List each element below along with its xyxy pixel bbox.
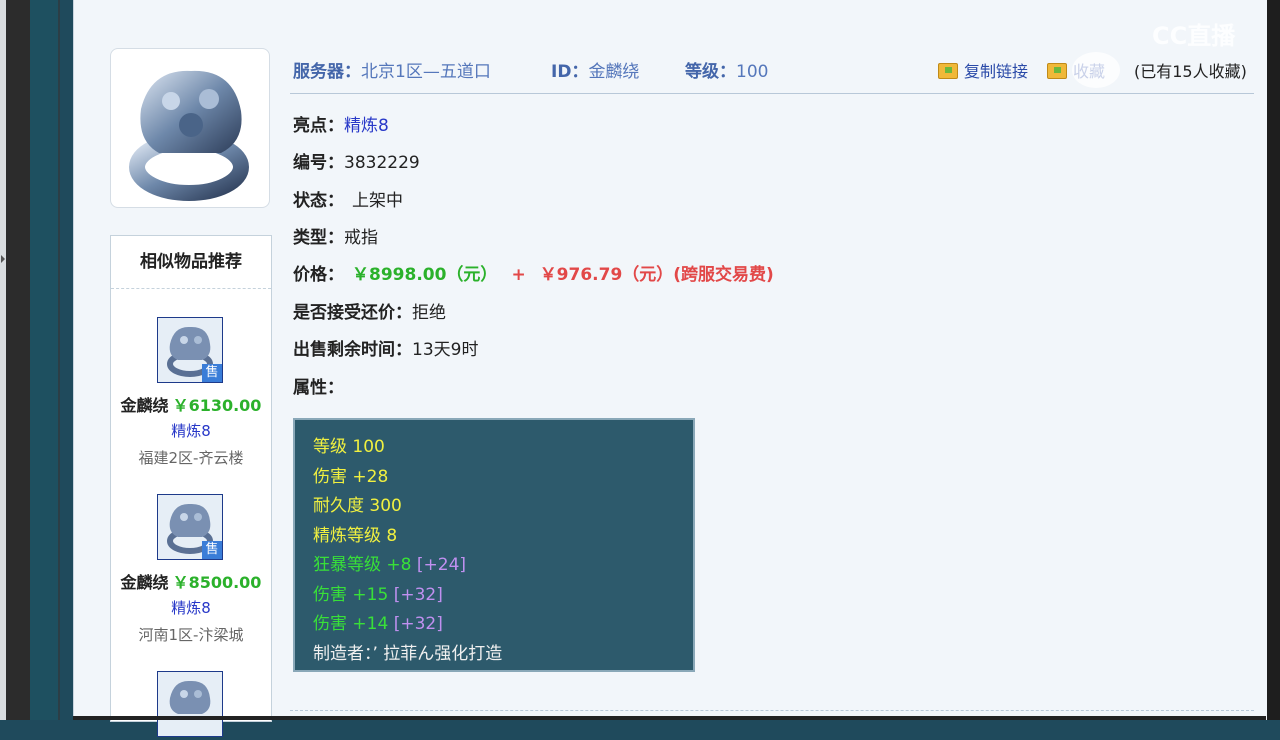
id-label: ID：: [551, 62, 589, 82]
attr-line: 狂暴等级 +8 [+24]: [313, 555, 467, 575]
recommend-item-server: 福建2区-齐云楼: [138, 449, 244, 467]
price-row: 价格： ￥8998.00（元） + ￥976.79（元）(跨服交易费): [293, 260, 774, 285]
remaining-time-value: 13天9时: [412, 340, 479, 360]
bottom-divider: [290, 710, 1254, 712]
number-value: 3832229: [344, 153, 420, 173]
id-info: ID：金麟绕: [551, 57, 639, 82]
level-info: 等级：100: [685, 57, 768, 82]
status-row: 状态： 上架中: [293, 186, 403, 211]
recommend-item-thumb[interactable]: [157, 671, 223, 737]
attr-line: 伤害 +14 [+32]: [313, 614, 443, 634]
copy-link-button[interactable]: 复制链接: [938, 58, 1028, 82]
level-value: 100: [736, 62, 769, 82]
price-label: 价格：: [293, 265, 344, 285]
recommend-item-thumb[interactable]: 售: [157, 317, 223, 383]
type-value: 戒指: [344, 228, 378, 248]
copy-link-icon: [938, 63, 958, 79]
cross-server-fee: ￥976.79（元）(跨服交易费): [539, 265, 774, 285]
id-value: 金麟绕: [588, 62, 640, 82]
attr-line: 精炼等级 8: [313, 525, 398, 546]
similar-items-panel: 相似物品推荐 售 金麟绕 ￥6130.00 精炼8 福建2区-齐云楼 售 金麟绕…: [110, 235, 272, 737]
counter-offer-row: 是否接受还价：拒绝: [293, 298, 446, 323]
number-row: 编号：3832229: [293, 148, 420, 173]
collect-icon: [1047, 63, 1067, 79]
server-value: 北京1区—五道口: [361, 62, 491, 82]
attr-line: 等级 100: [313, 437, 385, 457]
attributes-box: 等级 100 伤害 +28 耐久度 300 精炼等级 8 狂暴等级 +8 [+2…: [293, 418, 695, 672]
server-label: 服务器：: [293, 62, 361, 82]
item-detail-page: 相似物品推荐 售 金麟绕 ￥6130.00 精炼8 福建2区-齐云楼 售 金麟绕…: [73, 0, 1267, 737]
similar-items-title: 相似物品推荐: [111, 236, 271, 289]
attr-line: 伤害 +28: [313, 466, 389, 487]
attributes-row: 属性：: [293, 373, 344, 398]
number-label: 编号：: [293, 153, 344, 173]
recommend-item-price: ￥6130.00: [172, 396, 262, 415]
attr-line: 耐久度 300: [313, 496, 402, 516]
expand-arrow-icon[interactable]: [1, 255, 5, 263]
recommend-item-name[interactable]: 金麟绕: [121, 573, 169, 592]
level-label: 等级：: [685, 62, 736, 82]
highlight-value: 精炼8: [344, 116, 389, 136]
type-row: 类型：戒指: [293, 223, 378, 248]
bottom-edge: [73, 716, 1266, 720]
status-value: 上架中: [352, 191, 403, 211]
watermark-blob: [1072, 52, 1120, 88]
price-value: ￥8998.00（元）: [352, 265, 498, 285]
highlight-label: 亮点：: [293, 116, 344, 136]
type-label: 类型：: [293, 228, 344, 248]
server-info: 服务器：北京1区—五道口: [293, 57, 491, 82]
recommend-item-price: ￥8500.00: [172, 573, 262, 592]
ring-icon: [169, 680, 211, 714]
counter-offer-label: 是否接受还价：: [293, 303, 412, 323]
recommend-item-server: 河南1区-汴梁城: [138, 626, 244, 644]
collect-count: (已有15人收藏): [1134, 62, 1247, 81]
attributes-label: 属性：: [293, 378, 344, 398]
right-edge: [1266, 0, 1280, 720]
recommend-item-refine: 精炼8: [171, 599, 211, 617]
ring-icon: [129, 66, 249, 201]
recommend-item-thumb[interactable]: 售: [157, 494, 223, 560]
header-divider: [290, 93, 1254, 94]
recommend-item-refine: 精炼8: [171, 422, 211, 440]
sell-badge: 售: [202, 364, 222, 382]
copy-link-label: 复制链接: [964, 62, 1029, 81]
item-image: [110, 48, 270, 208]
left-sidebar-strip: [0, 0, 60, 720]
sell-badge: 售: [202, 541, 222, 559]
attr-line: 伤害 +15 [+32]: [313, 584, 443, 605]
price-plus: +: [511, 265, 526, 285]
cc-watermark: CC直播: [1152, 22, 1236, 50]
counter-offer-value: 拒绝: [412, 303, 446, 323]
status-label: 状态：: [293, 191, 344, 211]
highlight-row: 亮点：精炼8: [293, 111, 389, 136]
remaining-time-row: 出售剩余时间：13天9时: [293, 335, 478, 360]
recommend-item-name[interactable]: 金麟绕: [121, 396, 169, 415]
attr-line-maker: 制造者：’ 拉菲ん强化打造: [313, 643, 503, 664]
remaining-time-label: 出售剩余时间：: [293, 340, 412, 360]
